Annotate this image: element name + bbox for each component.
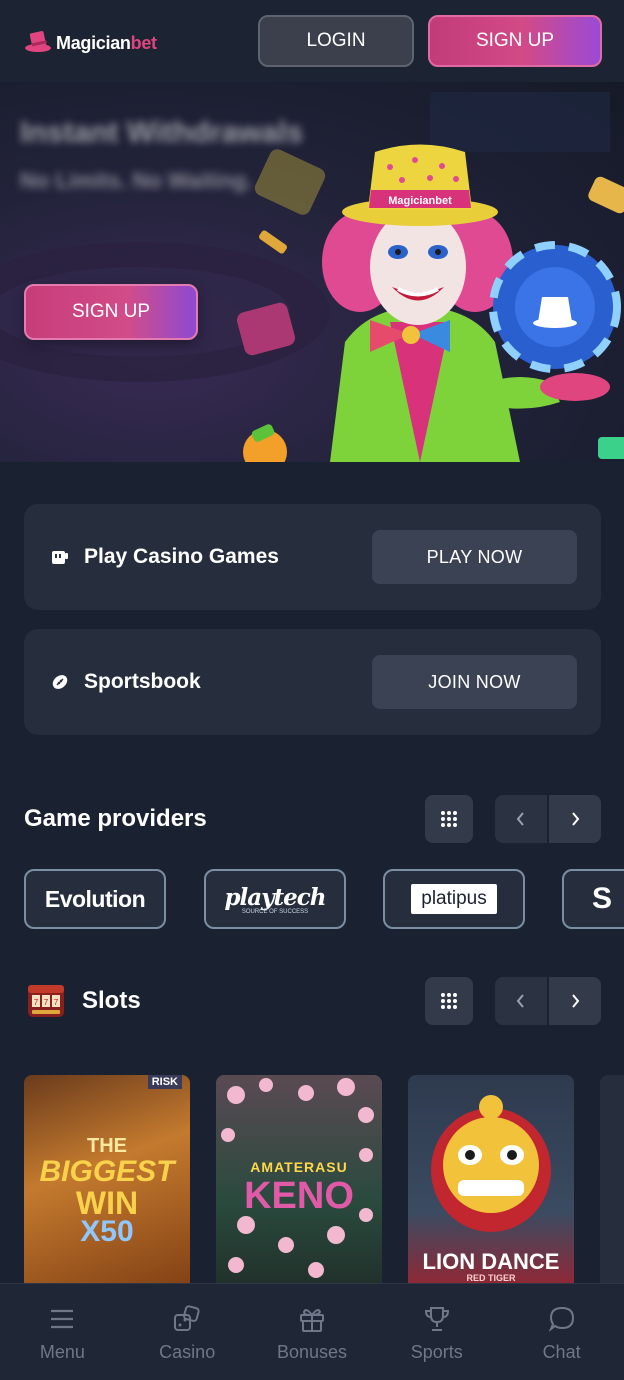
gift-icon <box>297 1304 327 1334</box>
slots-next-button[interactable] <box>549 977 601 1025</box>
slots-carousel: RISK THE BIGGEST WIN X50 AMATERASU KENO <box>24 1075 624 1285</box>
svg-text:Magicianbet: Magicianbet <box>388 195 452 207</box>
game-title-line: X50 <box>80 1215 134 1248</box>
game-provider-line: RED TIGER <box>466 1273 516 1283</box>
sportsbook-card-label: Sportsbook <box>84 670 201 693</box>
casino-card-label: Play Casino Games <box>84 545 279 568</box>
provider-playtech[interactable]: playtech SOURCE OF SUCCESS <box>204 869 346 929</box>
chevron-right-icon <box>572 994 580 1008</box>
header-signup-button[interactable]: SIGN UP <box>428 15 602 67</box>
trophy-icon <box>422 1304 452 1334</box>
game-title-line: AMATERASU <box>250 1159 348 1175</box>
page: Magicianbet LOGIN SIGN UP Instant Withdr… <box>0 0 624 1380</box>
nav-sports[interactable]: Sports <box>374 1284 499 1380</box>
magician-clown-illustration: Magicianbet <box>243 144 621 462</box>
nav-casino[interactable]: Casino <box>125 1284 250 1380</box>
grid-icon <box>441 811 457 827</box>
slots-header: 7 7 7 Slots <box>24 977 601 1025</box>
nav-sports-label: Sports <box>410 1342 463 1362</box>
providers-header: Game providers <box>24 795 601 843</box>
playtech-tagline: SOURCE OF SUCCESS <box>241 908 309 915</box>
login-button[interactable]: LOGIN <box>258 15 414 67</box>
nav-casino-label: Casino <box>159 1342 216 1362</box>
platipus-logo: platipus <box>411 884 497 914</box>
nav-menu[interactable]: Menu <box>0 1284 125 1380</box>
providers-carousel: Evolution playtech SOURCE OF SUCCESS pla… <box>24 869 624 929</box>
nav-chat-label: Chat <box>542 1342 581 1362</box>
provider-evolution[interactable]: Evolution <box>24 869 166 929</box>
casino-games-card: Play Casino Games PLAY NOW <box>24 504 601 610</box>
providers-prev-button[interactable] <box>495 795 547 843</box>
svg-text:7: 7 <box>34 998 39 1007</box>
chat-icon <box>547 1304 577 1334</box>
game-title-line: BIGGEST <box>39 1155 175 1188</box>
svg-text:7: 7 <box>44 998 49 1007</box>
game-title-line: KENO <box>244 1175 354 1217</box>
chevron-left-icon <box>516 994 524 1008</box>
hero-subtitle: No Limits. No Waiting. <box>20 168 253 193</box>
magicianbet-logo[interactable]: Magicianbet <box>24 28 157 54</box>
top-header: Magicianbet LOGIN SIGN UP <box>0 0 624 82</box>
menu-icon <box>47 1304 77 1334</box>
providers-next-button[interactable] <box>549 795 601 843</box>
game-tile-partial[interactable] <box>600 1075 624 1285</box>
evolution-logo: Evolution <box>44 885 146 912</box>
football-icon <box>50 672 70 692</box>
logo-text: Magicianbet <box>56 33 157 53</box>
playtech-logo: playtech <box>224 883 326 911</box>
nav-bonuses[interactable]: Bonuses <box>250 1284 375 1380</box>
chevron-left-icon <box>516 812 524 826</box>
provider-platipus[interactable]: platipus <box>383 869 525 929</box>
game-title-line: LION DANCE <box>422 1249 560 1274</box>
top-hat-logo-icon <box>25 31 51 52</box>
game-tile-amaterasu-keno[interactable]: AMATERASU KENO <box>216 1075 382 1285</box>
nav-menu-label: Menu <box>39 1342 85 1362</box>
bottom-navigation: Menu Casino Bonuses Sports Chat <box>0 1283 624 1380</box>
grid-icon <box>441 993 457 1009</box>
nav-chat[interactable]: Chat <box>499 1284 624 1380</box>
nav-bonuses-label: Bonuses <box>276 1342 348 1362</box>
dice-icon <box>172 1304 202 1334</box>
provider-partial[interactable]: S <box>562 869 624 929</box>
join-now-button[interactable]: JOIN NOW <box>372 655 577 709</box>
slots-title: Slots <box>82 987 141 1014</box>
sportsbook-card: Sportsbook JOIN NOW <box>24 629 601 735</box>
providers-grid-button[interactable] <box>425 795 473 843</box>
slot-machine-icon: 7 7 7 <box>28 985 64 1017</box>
chevron-right-icon <box>572 812 580 826</box>
play-now-button[interactable]: PLAY NOW <box>372 530 577 584</box>
game-tile-biggest-win[interactable]: RISK THE BIGGEST WIN X50 <box>24 1075 190 1285</box>
game-tile-lion-dance[interactable]: LION DANCE RED TIGER <box>408 1075 574 1285</box>
risk-badge: RISK <box>147 1075 182 1089</box>
providers-title: Game providers <box>24 805 207 832</box>
svg-text:7: 7 <box>54 998 59 1007</box>
slots-prev-button[interactable] <box>495 977 547 1025</box>
hero-banner[interactable]: Instant Withdrawals No Limits. No Waitin… <box>0 82 624 462</box>
casino-icon <box>50 547 70 567</box>
hero-signup-button[interactable]: SIGN UP <box>24 284 198 340</box>
slots-grid-button[interactable] <box>425 977 473 1025</box>
partial-provider-logo: S <box>592 882 613 915</box>
